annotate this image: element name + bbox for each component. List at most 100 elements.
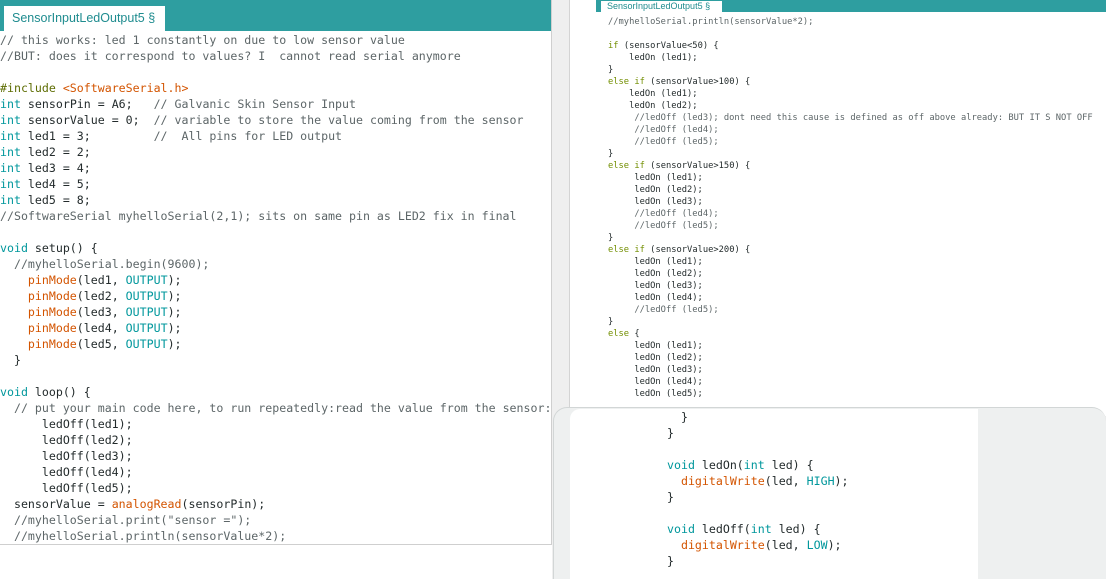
code-line[interactable]: int led3 = 4; (0, 160, 551, 176)
type-keyword: OUTPUT (125, 305, 168, 319)
code-editor-area[interactable]: //myhelloSerial.println(sensorValue*2); i… (608, 16, 1093, 400)
code-line[interactable] (0, 368, 551, 384)
code-text: ledOff(led4); (0, 465, 133, 479)
code-line[interactable]: void loop() { (0, 384, 551, 400)
code-line[interactable]: ledOff(led5); (0, 480, 551, 496)
code-line[interactable]: ledOn (led3); (608, 364, 1093, 376)
code-text: sensorValue = (0, 497, 112, 511)
code-line[interactable]: digitalWrite(led, LOW); (667, 537, 849, 553)
code-line[interactable]: else { (608, 328, 1093, 340)
code-line[interactable]: //ledOff (led3); dont need this cause is… (608, 112, 1092, 124)
code-line[interactable]: ledOff(led2); (0, 432, 551, 448)
code-line[interactable]: pinMode(led1, OUTPUT); (0, 272, 551, 288)
code-line[interactable]: //myhelloSerial.print("sensor ="); (0, 512, 551, 528)
code-line[interactable]: int led4 = 5; (0, 176, 551, 192)
type-keyword: void (667, 458, 695, 472)
code-editor-area[interactable]: }} void ledOn(int led) { digitalWrite(led… (667, 409, 849, 569)
code-line[interactable]: ledOn (led5); (608, 388, 1093, 400)
code-line[interactable]: ledOn (led1); (608, 88, 1093, 100)
code-line[interactable]: #include <SoftwareSerial.h> (0, 80, 551, 96)
sketch-tab[interactable]: SensorInputLedOutput5 § (601, 1, 722, 12)
code-text: } (667, 410, 688, 424)
code-line[interactable]: ledOff(led1); (0, 416, 551, 432)
code-line[interactable]: pinMode(led2, OUTPUT); (0, 288, 551, 304)
comment: // variable to store the value coming fr… (153, 113, 524, 127)
code-line[interactable]: //ledOff (led4); (608, 208, 1093, 220)
sketch-editor-main: SensorInputLedOutput5 § // this works: l… (0, 0, 552, 545)
code-text: (sensorValue>100) { (644, 77, 751, 87)
control-keyword: if (634, 161, 645, 171)
code-line[interactable]: int sensorValue = 0; // variable to stor… (0, 112, 551, 128)
code-line[interactable]: ledOn (led1); (608, 172, 1093, 184)
sketch-tab[interactable]: SensorInputLedOutput5 § (4, 6, 165, 31)
code-line[interactable]: } (608, 64, 1093, 76)
code-line[interactable]: sensorValue = analogRead(sensorPin); (0, 496, 551, 512)
code-line[interactable]: } (608, 232, 1093, 244)
code-line[interactable] (667, 505, 849, 521)
code-line[interactable]: //myhelloSerial.println(sensorValue*2); (608, 16, 1093, 28)
type-keyword: OUTPUT (125, 273, 168, 287)
comment: // Galvanic Skin Sensor Input (153, 97, 356, 111)
code-line[interactable]: pinMode(led4, OUTPUT); (0, 320, 551, 336)
code-line[interactable]: ledOn (led2); (608, 100, 1093, 112)
type-keyword: int (0, 113, 21, 127)
code-line[interactable]: void ledOn(int led) { (667, 457, 849, 473)
code-line[interactable] (0, 224, 551, 240)
code-line[interactable]: int sensorPin = A6; // Galvanic Skin Sen… (0, 96, 551, 112)
code-line[interactable]: void setup() { (0, 240, 551, 256)
code-line[interactable]: } (667, 425, 849, 441)
code-line[interactable]: ledOn (led1); (608, 52, 1093, 64)
code-line[interactable]: ledOn (led1); (608, 256, 1093, 268)
code-line[interactable]: else if (sensorValue>150) { (608, 160, 1093, 172)
code-line[interactable]: //myhelloSerial.println(sensorValue*2); (0, 528, 551, 544)
code-line[interactable]: } (608, 316, 1093, 328)
code-line[interactable]: //ledOff (led5); (608, 136, 1093, 148)
code-line[interactable]: } (667, 553, 849, 569)
type-keyword: void (667, 522, 695, 536)
code-line[interactable]: int led5 = 8; (0, 192, 551, 208)
code-line[interactable]: int led1 = 3; // All pins for LED output (0, 128, 551, 144)
code-line[interactable]: // put your main code here, to run repea… (0, 400, 551, 416)
code-line[interactable]: digitalWrite(led, HIGH); (667, 473, 849, 489)
code-line[interactable]: else if (sensorValue>100) { (608, 76, 1093, 88)
comment: //BUT: does it correspond to values? I c… (0, 49, 461, 63)
code-line[interactable]: if (sensorValue<50) { (608, 40, 1093, 52)
code-line[interactable]: void ledOff(int led) { (667, 521, 849, 537)
code-line[interactable]: // this works: led 1 constantly on due t… (0, 32, 551, 48)
code-line[interactable]: //ledOff (led5); (608, 220, 1093, 232)
code-line[interactable] (0, 64, 551, 80)
code-line[interactable]: pinMode(led5, OUTPUT); (0, 336, 551, 352)
code-line[interactable]: //BUT: does it correspond to values? I c… (0, 48, 551, 64)
code-line[interactable]: ledOn (led4); (608, 292, 1093, 304)
code-line[interactable]: } (667, 409, 849, 425)
code-text: (led3, (76, 305, 126, 319)
code-line[interactable]: int led2 = 2; (0, 144, 551, 160)
code-line[interactable]: //SoftwareSerial myhelloSerial(2,1); sit… (0, 208, 551, 224)
code-line[interactable]: ledOn (led2); (608, 352, 1093, 364)
code-line[interactable]: //ledOff (led4); (608, 124, 1093, 136)
code-line[interactable]: } (608, 148, 1093, 160)
code-line[interactable]: ledOn (led3); (608, 280, 1093, 292)
code-line[interactable]: ledOn (led4); (608, 376, 1093, 388)
code-line[interactable]: pinMode(led3, OUTPUT); (0, 304, 551, 320)
control-keyword: if (634, 77, 645, 87)
code-line[interactable]: ledOn (led2); (608, 268, 1093, 280)
code-editor-area[interactable]: // this works: led 1 constantly on due t… (0, 32, 551, 544)
code-line[interactable]: } (0, 352, 551, 368)
code-line[interactable]: else if (sensorValue>200) { (608, 244, 1093, 256)
code-line[interactable] (608, 28, 1093, 40)
sketch-editor-secondary: SensorInputLedOutput5 § //myhelloSerial.… (569, 0, 1106, 416)
code-line[interactable]: ledOn (led3); (608, 196, 1093, 208)
code-line[interactable]: //ledOff (led5); (608, 304, 1093, 316)
type-keyword: int (0, 129, 21, 143)
code-line[interactable]: //myhelloSerial.begin(9600); (0, 256, 551, 272)
code-line[interactable]: ledOff(led4); (0, 464, 551, 480)
code-line[interactable]: ledOn (led2); (608, 184, 1093, 196)
code-line[interactable]: } (667, 489, 849, 505)
code-text: led5 = 8; (20, 193, 91, 207)
comment: //ledOff (led5); (634, 305, 719, 315)
code-line[interactable]: ledOn (led1); (608, 340, 1093, 352)
code-line[interactable]: ledOff(led3); (0, 448, 551, 464)
code-line[interactable] (667, 441, 849, 457)
